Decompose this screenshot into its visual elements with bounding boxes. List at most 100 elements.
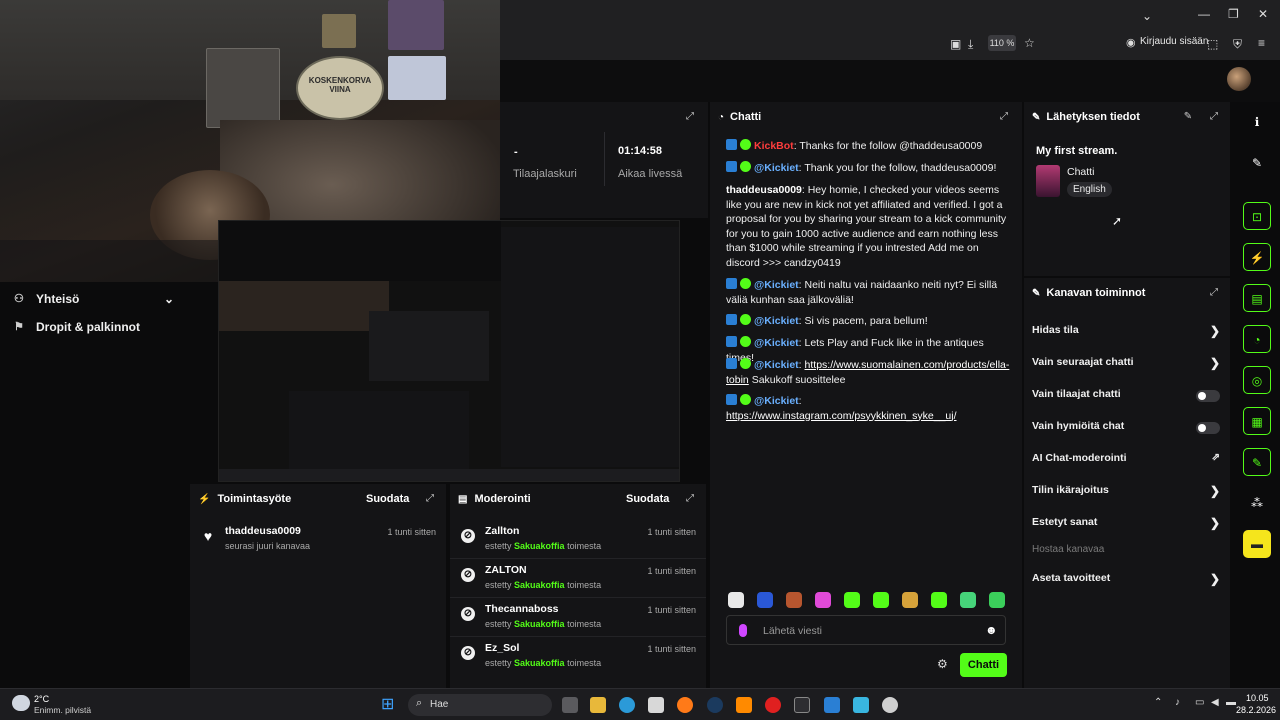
lightning-icon: ⚡: [198, 493, 211, 505]
pencil-icon[interactable]: ✎: [1243, 149, 1271, 177]
edge-icon[interactable]: [619, 697, 635, 713]
windows-start-icon[interactable]: ⊞: [381, 697, 394, 713]
terminal-icon[interactable]: [794, 697, 810, 713]
emote-cup-icon[interactable]: [960, 592, 976, 608]
subscribers-only-toggle[interactable]: [1196, 390, 1220, 402]
chevron-down-icon[interactable]: ⌄: [1142, 8, 1152, 24]
layout-icon[interactable]: ▦: [1243, 407, 1271, 435]
chat-message: @Kickiet: https://www.instagram.com/psyy…: [726, 394, 957, 422]
steam-icon[interactable]: [707, 697, 723, 713]
chat-username[interactable]: thaddeusa0009: [726, 184, 802, 196]
clock-date[interactable]: 28.2.2026: [1236, 705, 1276, 715]
action-subscribers-only: Vain tilaajat chatti: [1032, 388, 1222, 404]
emoji-icon[interactable]: ☻: [985, 623, 998, 637]
expand-icon[interactable]: ⤢: [1208, 111, 1220, 123]
broadcast-icon[interactable]: ◎: [1243, 366, 1271, 394]
chat-username[interactable]: @Kickiet: [754, 359, 799, 371]
expand-icon[interactable]: ⤢: [1208, 287, 1220, 299]
emote-only-toggle[interactable]: [1196, 422, 1220, 434]
action-ai-moderation[interactable]: AI Chat-moderointi ⇗: [1032, 452, 1222, 468]
sidebar-item-community[interactable]: ⚇ Yhteisö ⌄: [14, 292, 174, 306]
emote-monkey-icon[interactable]: [902, 592, 918, 608]
chat-username[interactable]: @Kickiet: [754, 395, 799, 407]
action-slow-mode[interactable]: Hidas tila ❯: [1032, 324, 1222, 340]
firefox-icon[interactable]: [677, 697, 693, 713]
chat-message: KickBot: Thanks for the follow @thaddeus…: [726, 139, 1014, 154]
chat-username[interactable]: @Kickiet: [754, 315, 799, 327]
notes-icon[interactable]: ▤: [1243, 284, 1271, 312]
microphone-icon[interactable]: ♪: [1175, 697, 1180, 708]
vlc-icon[interactable]: [736, 697, 752, 713]
edit-pencil-icon[interactable]: ✎: [1182, 111, 1194, 123]
task-view-icon[interactable]: [562, 697, 578, 713]
maximize-icon[interactable]: ❐: [1228, 6, 1239, 22]
download-icon[interactable]: ⤓: [968, 36, 973, 52]
minimize-icon[interactable]: —: [1198, 6, 1210, 22]
taskbar-search[interactable]: ⌕ Hae: [408, 694, 552, 716]
emote-robot-icon[interactable]: [757, 592, 773, 608]
search-icon: ⌕: [416, 697, 423, 709]
microphone-icon[interactable]: [739, 624, 747, 637]
emote-kick-icon[interactable]: [873, 592, 889, 608]
store-icon[interactable]: [648, 697, 664, 713]
close-icon[interactable]: ✕: [1258, 6, 1268, 22]
emote-camera-icon[interactable]: [815, 592, 831, 608]
emote-blob-icon[interactable]: [931, 592, 947, 608]
chat-username[interactable]: @Kickiet: [754, 162, 799, 174]
stream-stats: ⤢ - Tilaajalaskuri 01:14:58 Aikaa livess…: [500, 102, 708, 218]
expand-icon[interactable]: ⤢: [684, 493, 696, 505]
wrench-icon[interactable]: ✎: [1243, 448, 1271, 476]
shield-icon[interactable]: ⛨: [1233, 36, 1242, 52]
settings-gear-icon[interactable]: ⚙: [937, 657, 948, 671]
file-explorer-icon[interactable]: [590, 697, 606, 713]
chat-username[interactable]: @Kickiet: [754, 337, 799, 349]
screenshot-icon[interactable]: ▣: [950, 36, 961, 52]
avatar[interactable]: [1227, 67, 1251, 91]
emote-face-icon[interactable]: [786, 592, 802, 608]
filter-button[interactable]: Suodata: [626, 493, 669, 505]
chat-username[interactable]: @Kickiet: [754, 279, 799, 291]
clapper-icon[interactable]: ▬: [1243, 530, 1271, 558]
action-age-restriction[interactable]: Tilin ikärajoitus ❯: [1032, 484, 1222, 500]
tray-chevron-icon[interactable]: ⌃: [1154, 697, 1162, 708]
sidebar-item-drops[interactable]: ⚑ Dropit & palkinnot: [14, 320, 140, 334]
app-icon[interactable]: [824, 697, 840, 713]
emote-frog-icon[interactable]: [844, 592, 860, 608]
login-button[interactable]: Kirjaudu sisään: [1140, 36, 1208, 47]
volume-icon[interactable]: ◀: [1211, 697, 1219, 708]
send-chat-button[interactable]: Chatti: [960, 653, 1007, 677]
ban-icon: ⊘: [461, 529, 475, 543]
battery-icon[interactable]: ▬: [1226, 697, 1236, 708]
action-blocked-words[interactable]: Estetyt sanat ❯: [1032, 516, 1222, 532]
opera-icon[interactable]: [765, 697, 781, 713]
camera-icon[interactable]: ⊡: [1243, 202, 1271, 230]
category-name[interactable]: Chatti: [1067, 166, 1094, 178]
expand-icon[interactable]: ⤢: [998, 111, 1010, 123]
expand-icon[interactable]: ⤢: [684, 111, 696, 123]
chat-input[interactable]: Lähetä viesti ☻: [726, 615, 1006, 645]
zoom-level[interactable]: 110 %: [988, 35, 1016, 51]
account-icon: ◉: [1126, 37, 1136, 49]
wrench-icon: ✎: [1032, 111, 1041, 123]
chat-icon[interactable]: ◔: [1243, 325, 1271, 353]
expand-icon[interactable]: ⤢: [424, 493, 436, 505]
notepad-icon[interactable]: [853, 697, 869, 713]
network-icon[interactable]: ▭: [1195, 697, 1204, 708]
action-set-goals[interactable]: Aseta tavoitteet ❯: [1032, 572, 1222, 588]
info-icon[interactable]: ℹ: [1243, 108, 1271, 136]
bookmark-star-icon[interactable]: ☆: [1024, 35, 1035, 51]
apps-icon[interactable]: ⁂: [1243, 489, 1271, 517]
obs-icon[interactable]: [882, 697, 898, 713]
emote-wave-icon[interactable]: [989, 592, 1005, 608]
panel-title: Chatti: [730, 111, 762, 123]
chat-link[interactable]: https://www.instagram.com/psyykkinen_syk…: [726, 410, 957, 422]
chat-username[interactable]: KickBot: [754, 140, 794, 152]
extensions-icon[interactable]: ⬚: [1207, 36, 1218, 52]
filter-button[interactable]: Suodata: [366, 493, 409, 505]
action-followers-only[interactable]: Vain seuraajat chatti ❯: [1032, 356, 1222, 372]
verified-badge-icon: [740, 139, 751, 150]
emote-ghost-icon[interactable]: [728, 592, 744, 608]
clock-time[interactable]: 10.05: [1246, 693, 1269, 703]
menu-icon[interactable]: ≡: [1258, 35, 1265, 51]
lightning-icon[interactable]: ⚡: [1243, 243, 1271, 271]
